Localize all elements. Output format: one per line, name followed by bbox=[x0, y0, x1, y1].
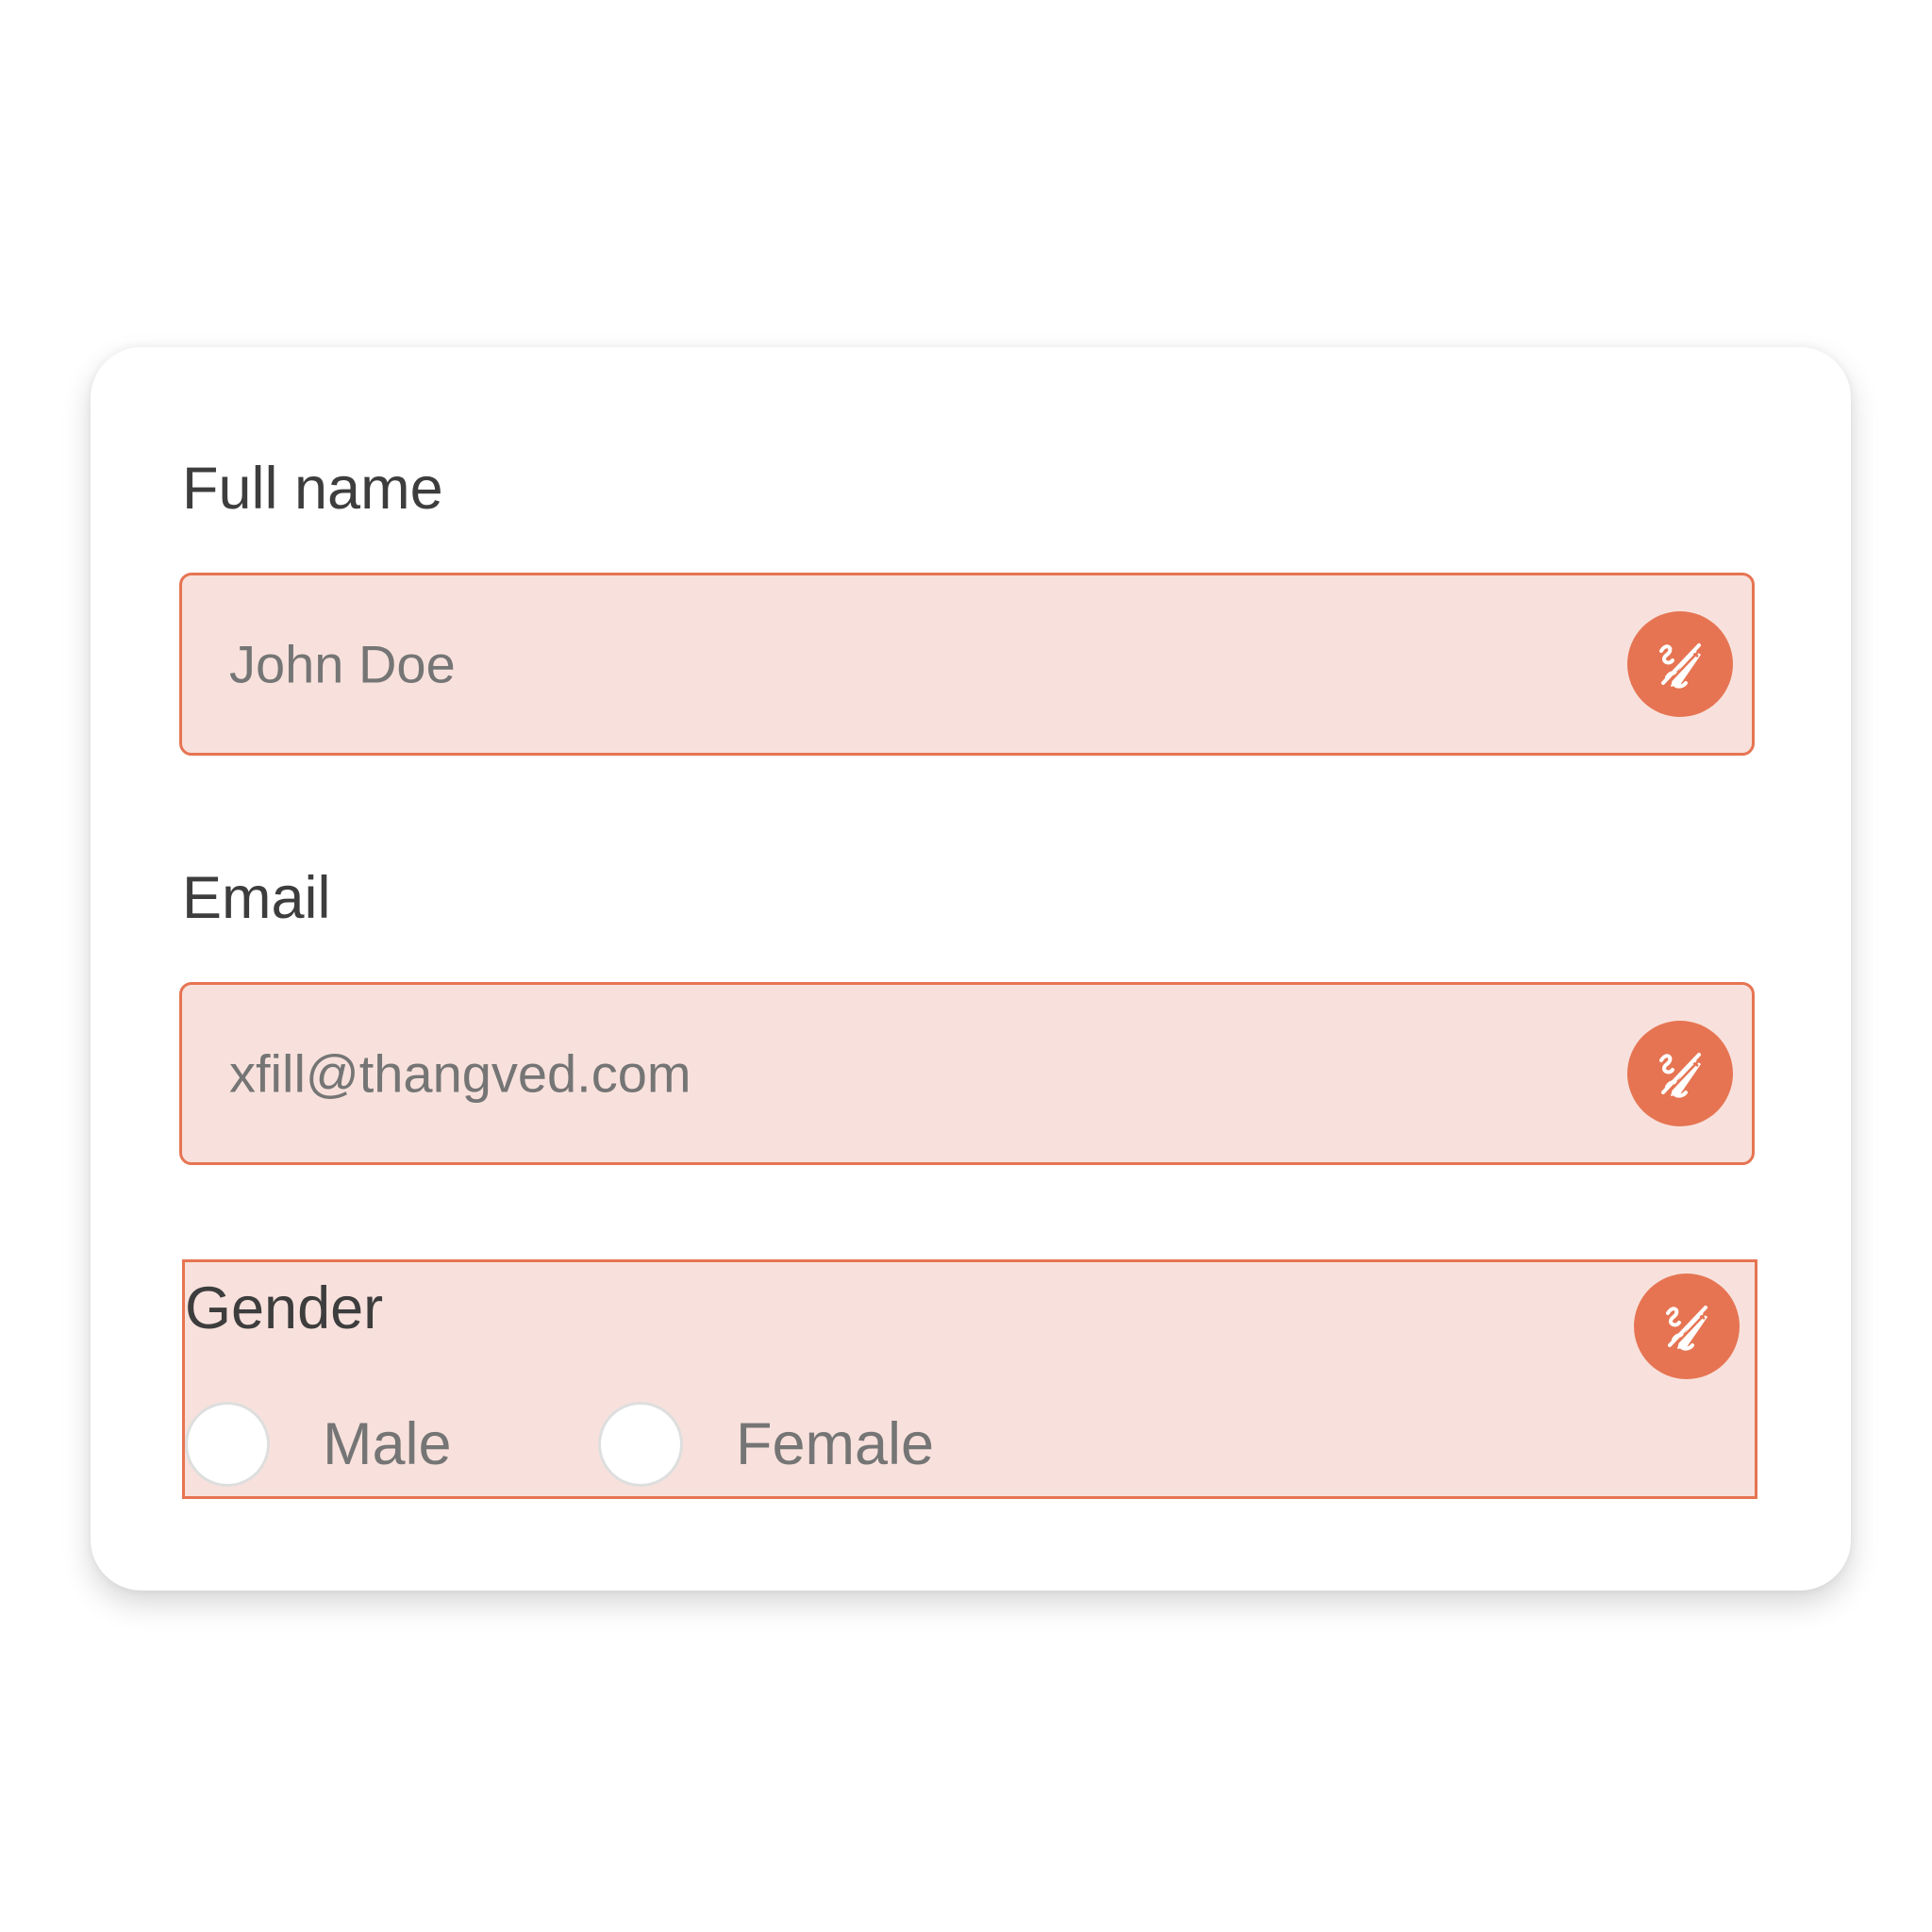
magic-fill-icon bbox=[1666, 1306, 1710, 1351]
form-card: Full name John Doe Email xfill@thangved.… bbox=[91, 347, 1851, 1591]
email-autofill-button[interactable] bbox=[1627, 1021, 1733, 1126]
gender-option-female[interactable]: Female bbox=[598, 1399, 934, 1490]
gender-label: Gender bbox=[185, 1275, 384, 1341]
email-field[interactable]: xfill@thangved.com bbox=[179, 982, 1755, 1165]
gender-option-male[interactable]: Male bbox=[185, 1399, 452, 1490]
full-name-autofill-button[interactable] bbox=[1627, 611, 1733, 717]
radio-female[interactable] bbox=[598, 1402, 683, 1487]
full-name-label: Full name bbox=[182, 456, 443, 522]
magic-fill-icon bbox=[1659, 1053, 1704, 1098]
radio-female-label[interactable]: Female bbox=[736, 1414, 934, 1474]
email-value[interactable]: xfill@thangved.com bbox=[229, 1043, 691, 1105]
gender-autofill-button[interactable] bbox=[1634, 1274, 1740, 1379]
gender-field-group: Gender Male Female bbox=[182, 1259, 1757, 1499]
radio-male-label[interactable]: Male bbox=[323, 1414, 452, 1474]
magic-fill-icon bbox=[1659, 643, 1704, 689]
full-name-value[interactable]: John Doe bbox=[229, 634, 456, 695]
email-label: Email bbox=[182, 865, 331, 931]
full-name-field[interactable]: John Doe bbox=[179, 573, 1755, 756]
radio-male[interactable] bbox=[185, 1402, 270, 1487]
